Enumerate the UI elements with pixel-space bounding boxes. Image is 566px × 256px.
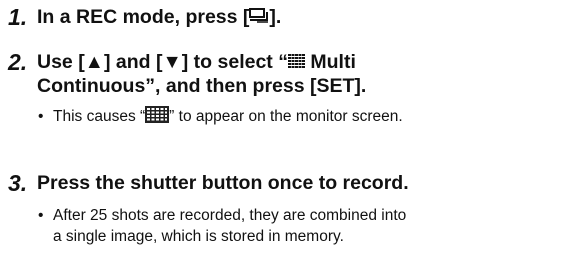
continuous-shot-icon — [249, 8, 269, 24]
bullet-text: This causes “ ” to appear on the monitor… — [53, 106, 403, 127]
step-2: 2. Use [▲] and [▼] to select “ Multi Con… — [0, 47, 566, 125]
step-number: 1. — [8, 4, 28, 30]
step-text-part: In a REC mode, press [ — [37, 6, 250, 28]
bullet-text-line2: a single image, which is stored in memor… — [53, 228, 344, 245]
step-3: 3. Press the shutter button once to reco… — [0, 168, 566, 245]
bullet-text-line1: After 25 shots are recorded, they are co… — [53, 207, 407, 224]
step-text: Press the shutter button once to record. — [37, 172, 409, 194]
bullet-text-part: This causes “ — [53, 108, 146, 125]
bullet-dot: • — [38, 108, 44, 125]
bullet-text-part: ” to appear on the monitor screen. — [169, 108, 403, 125]
step-text-part: Use [▲] and [▼] to select “ — [37, 51, 288, 73]
multi-grid-icon — [287, 53, 305, 68]
step-1: 1. In a REC mode, press [ ]. — [0, 2, 566, 32]
bullet-dot: • — [38, 207, 44, 224]
step-number: 3. — [8, 170, 28, 196]
step-text-line2: Continuous”, and then press [SET]. — [37, 75, 367, 97]
step-text-part: Multi — [304, 51, 356, 73]
step-text: In a REC mode, press [ ]. — [37, 2, 281, 32]
monitor-grid-icon — [145, 106, 170, 124]
step-text-part: ]. — [269, 6, 282, 28]
